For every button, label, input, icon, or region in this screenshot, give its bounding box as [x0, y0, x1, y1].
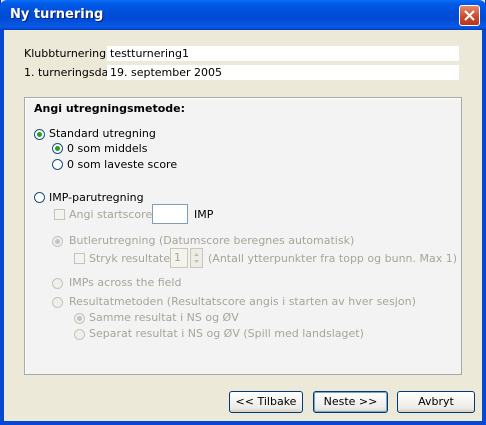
next-button[interactable]: Neste >> [313, 391, 388, 413]
club-value: testturnering1 [107, 46, 459, 61]
zero-lowest-label[interactable]: 0 som laveste score [67, 158, 177, 171]
close-button[interactable] [459, 5, 480, 26]
day-value: 19. september 2005 [107, 65, 459, 80]
club-label: Klubbturnering: [24, 47, 110, 60]
close-icon [464, 10, 475, 21]
same-result-radio[interactable] [74, 313, 85, 324]
imp-label[interactable]: IMP-parutregning [49, 191, 144, 204]
window-border-left [0, 30, 4, 425]
startscore-input[interactable] [152, 204, 188, 224]
day-label: 1. turneringsdag: [24, 66, 120, 79]
zero-average-radio[interactable] [52, 143, 63, 154]
butler-label: Butlerutregning (Datumscore beregnes aut… [69, 234, 355, 247]
calculation-method-group: Angi utregningsmetode: Standard utregnin… [24, 97, 462, 375]
dialog-window: Ny turnering Klubbturnering: testturneri… [0, 0, 486, 425]
group-heading: Angi utregningsmetode: [34, 102, 185, 115]
across-field-label: IMPs across the field [69, 276, 182, 289]
separate-result-label: Separat resultat i NS og ØV (Spill med l… [89, 327, 364, 340]
result-method-radio[interactable] [52, 297, 63, 308]
spinner-arrows-icon [194, 253, 199, 263]
standard-label[interactable]: Standard utregning [49, 127, 156, 140]
title-bar[interactable]: Ny turnering [0, 0, 486, 30]
window-title: Ny turnering [10, 7, 104, 22]
stryk-value: 1 [174, 251, 181, 264]
stryk-checkbox[interactable] [74, 253, 85, 264]
across-field-radio[interactable] [52, 278, 63, 289]
result-method-label: Resultatmetoden (Resultatscore angis i s… [69, 295, 416, 308]
startscore-label: Angi startscore [69, 208, 153, 221]
stryk-label: Stryk resultater: [89, 252, 179, 265]
stryk-spinner[interactable] [190, 248, 203, 268]
same-result-label: Samme resultat i NS og ØV [89, 311, 239, 324]
cancel-button[interactable]: Avbryt [397, 391, 475, 413]
imp-radio[interactable] [34, 192, 45, 203]
startscore-unit: IMP [194, 208, 214, 221]
butler-radio[interactable] [52, 236, 63, 247]
zero-lowest-radio[interactable] [52, 159, 63, 170]
window-border-bottom [1, 421, 486, 425]
back-button[interactable]: << Tilbake [229, 391, 303, 413]
stryk-note: (Antall ytterpunkter fra topp og bunn. M… [208, 252, 458, 265]
zero-average-label[interactable]: 0 som middels [67, 142, 147, 155]
stryk-input[interactable]: 1 [170, 248, 188, 268]
separate-result-radio[interactable] [74, 329, 85, 340]
window-border-right [482, 30, 486, 425]
startscore-checkbox[interactable] [54, 209, 65, 220]
standard-radio[interactable] [34, 129, 45, 140]
